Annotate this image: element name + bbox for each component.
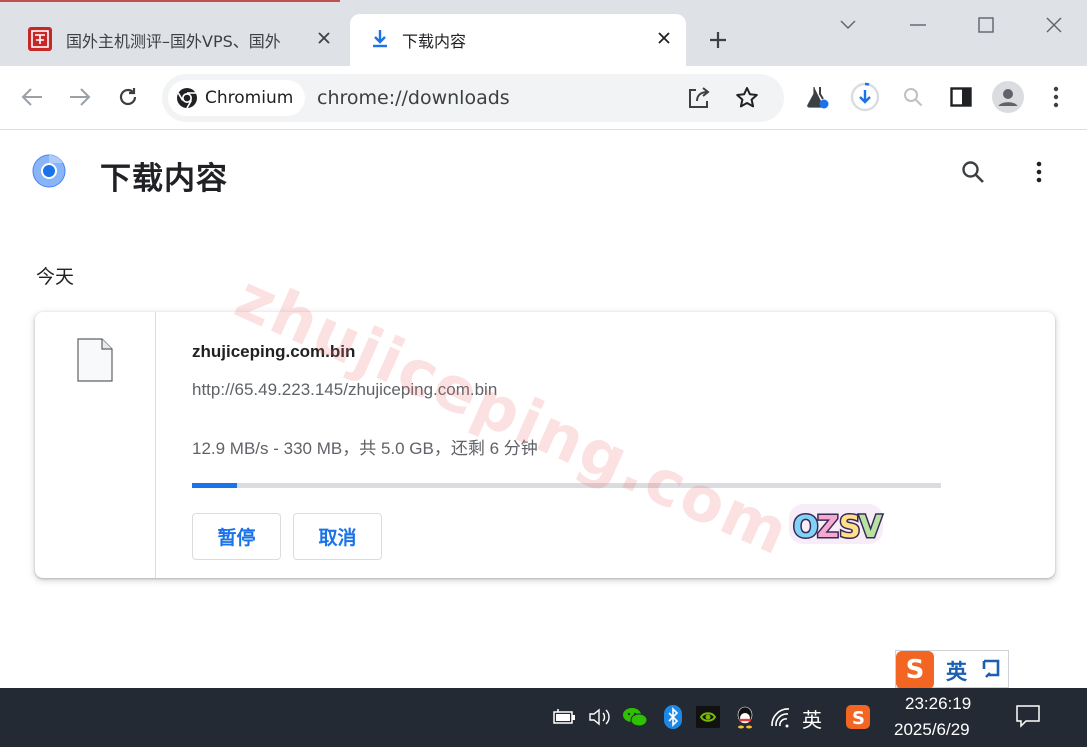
ozsv-sticker-image: O Z S V (789, 504, 885, 547)
tab-downloads[interactable]: 下载内容 (350, 14, 686, 66)
url-text[interactable]: chrome://downloads (317, 87, 510, 109)
sogou-logo-icon[interactable]: S (896, 651, 934, 689)
tab-title: 国外主机测评–国外VPS、国外 (66, 32, 281, 51)
tab-search-button[interactable] (826, 8, 870, 42)
download-icon (373, 30, 387, 48)
download-progress-bar (192, 483, 941, 488)
new-tab-button[interactable] (700, 24, 736, 56)
chromium-logo-icon (32, 154, 66, 188)
tab-title: 下载内容 (402, 32, 467, 51)
share-button[interactable] (683, 82, 715, 114)
input-language-indicator[interactable]: 英 (802, 704, 822, 733)
svg-text:Z: Z (817, 510, 839, 545)
star-icon (736, 87, 758, 108)
downloads-menu-button[interactable] (1022, 155, 1056, 189)
profile-button[interactable] (991, 80, 1025, 114)
sogou-tray-icon[interactable]: S (845, 704, 871, 730)
address-bar[interactable]: Chromium chrome://downloads (162, 74, 784, 122)
chromium-logo-icon (177, 88, 197, 109)
volume-icon[interactable] (587, 704, 613, 730)
more-vert-icon (1053, 86, 1059, 108)
svg-text:V: V (859, 510, 883, 545)
windows-taskbar: 英 S 23:26:19 2025/6/29 (0, 688, 1087, 747)
pause-button[interactable]: 暂停 (192, 513, 281, 560)
svg-text:S: S (852, 708, 865, 729)
ime-toolbar[interactable]: S 英 (895, 650, 1009, 689)
wechat-icon[interactable] (622, 704, 648, 730)
site-info-chip[interactable]: Chromium (168, 80, 306, 116)
arrow-right-icon (70, 88, 91, 106)
search-tabs-button[interactable] (896, 80, 930, 114)
browser-menu-button[interactable] (1039, 80, 1073, 114)
svg-text:O: O (793, 510, 819, 545)
downloads-toolbar-button[interactable] (848, 80, 882, 114)
search-icon (904, 88, 923, 107)
search-icon (962, 161, 984, 183)
battery-icon[interactable] (551, 704, 577, 730)
message-bubble-icon (1016, 705, 1040, 728)
side-panel-icon (950, 87, 972, 107)
download-progress-fill (192, 483, 237, 488)
minimize-icon (910, 24, 926, 26)
side-panel-button[interactable] (944, 80, 978, 114)
share-icon (689, 87, 710, 108)
avatar-icon (992, 81, 1024, 113)
cancel-button[interactable]: 取消 (293, 513, 382, 560)
clock-date[interactable]: 2025/6/29 (894, 720, 970, 740)
tab-strip-accent-line (0, 0, 340, 2)
punctuation-mode-icon[interactable] (980, 657, 1002, 681)
close-tab-icon[interactable] (652, 26, 676, 50)
labs-button[interactable] (800, 80, 834, 114)
page-title: 下载内容 (100, 161, 228, 197)
plus-icon (710, 32, 726, 48)
reload-icon (119, 88, 137, 106)
svg-text:S: S (839, 510, 861, 545)
tab-strip: 国外主机测评–国外VPS、国外 下载内容 (0, 0, 1087, 66)
close-window-button[interactable] (1032, 8, 1076, 42)
tab-zhujiceping[interactable]: 国外主机测评–国外VPS、国外 (14, 14, 346, 66)
bluetooth-icon[interactable] (660, 704, 686, 730)
flask-icon (807, 87, 829, 109)
forward-button[interactable] (63, 80, 97, 114)
wifi-icon[interactable] (768, 704, 794, 730)
search-downloads-button[interactable] (956, 155, 990, 189)
downloads-header: 下载内容 (0, 131, 1087, 217)
close-icon (1046, 17, 1062, 33)
back-button[interactable] (15, 80, 49, 114)
notification-center-button[interactable] (1014, 702, 1042, 730)
site-chip-label: Chromium (205, 88, 294, 108)
close-tab-icon[interactable] (312, 26, 336, 50)
clock-time[interactable]: 23:26:19 (905, 694, 971, 714)
qq-icon[interactable] (732, 704, 758, 730)
ime-language-toggle[interactable]: 英 (946, 656, 967, 686)
date-section-label: 今天 (36, 266, 75, 288)
arrow-left-icon (21, 88, 42, 106)
maximize-icon (978, 17, 994, 33)
download-progress-icon (850, 82, 880, 112)
nvidia-icon[interactable] (695, 704, 721, 730)
minimize-button[interactable] (896, 8, 940, 42)
bookmark-button[interactable] (731, 82, 763, 114)
browser-toolbar: Chromium chrome://downloads (0, 66, 1087, 130)
reload-button[interactable] (111, 80, 145, 114)
site-favicon-icon (28, 27, 52, 51)
file-icon (77, 338, 113, 382)
maximize-button[interactable] (964, 8, 1008, 42)
more-vert-icon (1036, 161, 1042, 183)
chevron-down-icon (840, 20, 856, 29)
card-divider (155, 312, 156, 578)
